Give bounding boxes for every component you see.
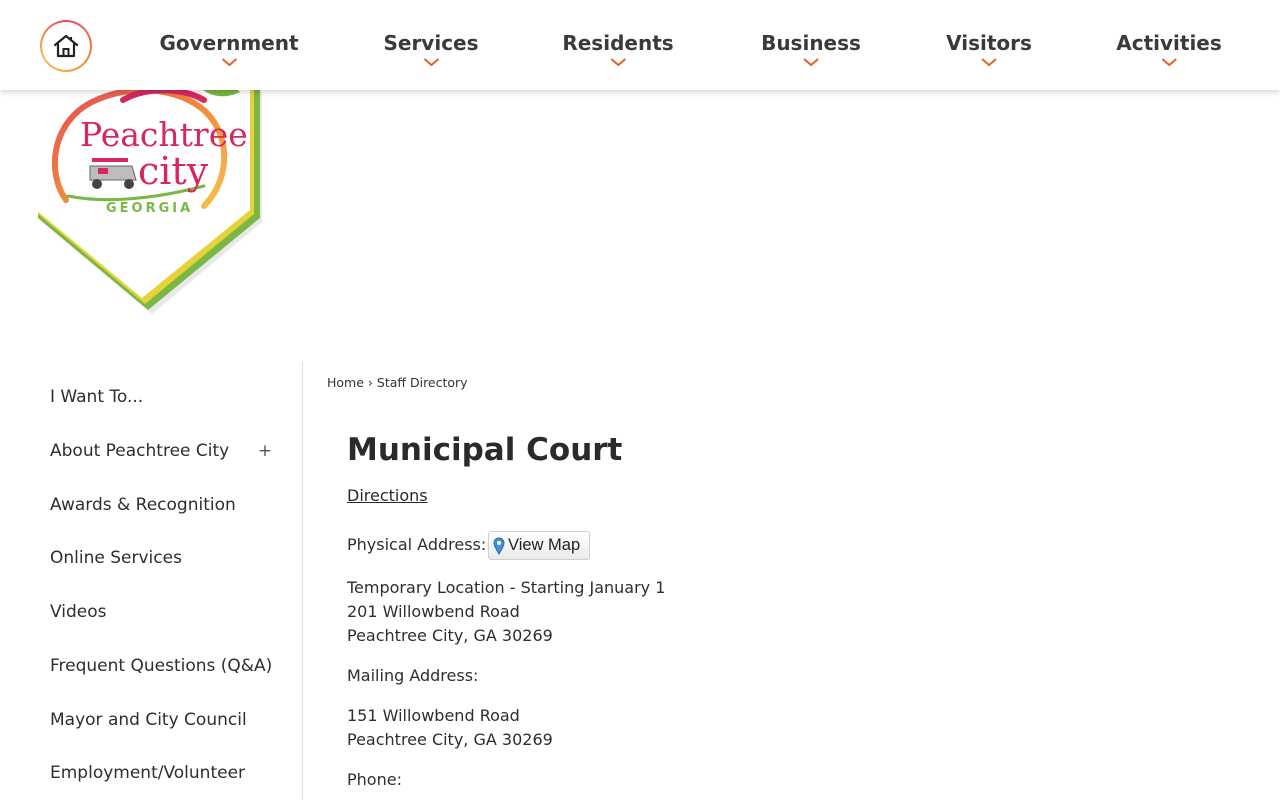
- chevron-down-icon: [423, 58, 439, 67]
- sidebar-item-label: Frequent Questions (Q&A): [50, 656, 273, 676]
- sidebar-item-council[interactable]: Mayor and City Council: [50, 705, 290, 735]
- nav-residents[interactable]: Residents: [562, 31, 674, 81]
- logo-badge: Peachtree city GEORGIA: [36, 84, 262, 314]
- breadcrumb: Home › Staff Directory: [327, 375, 468, 390]
- sidebar-item-about[interactable]: About Peachtree City +: [50, 436, 290, 466]
- page-title: Municipal Court: [347, 432, 623, 468]
- breadcrumb-current-link[interactable]: Staff Directory: [377, 375, 468, 390]
- top-navigation: Government Services Residents Business V…: [0, 0, 1280, 90]
- view-map-button[interactable]: View Map: [488, 531, 590, 560]
- logo-text-georgia: GEORGIA: [106, 201, 193, 216]
- chevron-down-icon: [981, 58, 997, 67]
- breadcrumb-home-link[interactable]: Home: [327, 375, 364, 390]
- home-button-inner: [42, 22, 90, 70]
- sidebar: I Want To... About Peachtree City + Awar…: [0, 362, 303, 800]
- city-logo[interactable]: Peachtree city GEORGIA: [28, 82, 278, 317]
- home-button[interactable]: [40, 20, 92, 72]
- expand-plus-icon[interactable]: +: [256, 436, 274, 466]
- nav-business[interactable]: Business: [761, 31, 861, 81]
- mailing-address-line: Peachtree City, GA 30269: [347, 730, 553, 749]
- mailing-address-label: Mailing Address:: [347, 666, 479, 685]
- house-icon: [53, 34, 79, 58]
- sidebar-item-faq[interactable]: Frequent Questions (Q&A): [50, 651, 290, 681]
- physical-address-line: 201 Willowbend Road: [347, 602, 520, 621]
- breadcrumb-separator: ›: [367, 375, 373, 390]
- nav-label: Business: [761, 31, 861, 55]
- nav-visitors[interactable]: Visitors: [946, 31, 1032, 81]
- phone-label: Phone:: [347, 770, 402, 789]
- nav-label: Visitors: [946, 31, 1032, 55]
- nav-label: Activities: [1116, 31, 1222, 55]
- nav-label: Services: [383, 31, 479, 55]
- chevron-down-icon: [221, 58, 237, 67]
- sidebar-item-online-services[interactable]: Online Services: [50, 543, 290, 573]
- chevron-down-icon: [1161, 58, 1177, 67]
- sidebar-item-videos[interactable]: Videos: [50, 597, 290, 627]
- view-map-label: View Map: [508, 536, 581, 554]
- physical-address-line: Temporary Location - Starting January 1: [347, 578, 666, 597]
- sidebar-item-label: I Want To...: [50, 387, 144, 407]
- nav-activities[interactable]: Activities: [1116, 31, 1222, 81]
- nav-government[interactable]: Government: [159, 31, 299, 81]
- nav-services[interactable]: Services: [383, 31, 479, 81]
- chevron-down-icon: [803, 58, 819, 67]
- sidebar-item-label: Awards & Recognition: [50, 495, 236, 515]
- logo-text-city: city: [138, 149, 209, 193]
- sidebar-item-i-want-to[interactable]: I Want To...: [50, 382, 290, 412]
- physical-address-label: Physical Address:: [347, 535, 487, 554]
- chevron-down-icon: [610, 58, 626, 67]
- sidebar-item-label: About Peachtree City: [50, 441, 230, 461]
- physical-address-line: Peachtree City, GA 30269: [347, 626, 553, 645]
- sidebar-item-employment[interactable]: Employment/Volunteer: [50, 758, 290, 788]
- sidebar-item-label: Employment/Volunteer: [50, 763, 246, 783]
- nav-label: Government: [159, 31, 299, 55]
- sidebar-item-label: Videos: [50, 602, 107, 622]
- sidebar-item-label: Online Services: [50, 548, 182, 568]
- sidebar-item-awards[interactable]: Awards & Recognition: [50, 490, 290, 520]
- sidebar-item-label: Mayor and City Council: [50, 710, 247, 730]
- directions-link[interactable]: Directions: [347, 486, 428, 505]
- mailing-address-line: 151 Willowbend Road: [347, 706, 520, 725]
- nav-label: Residents: [562, 31, 674, 55]
- map-pin-icon: [493, 537, 505, 555]
